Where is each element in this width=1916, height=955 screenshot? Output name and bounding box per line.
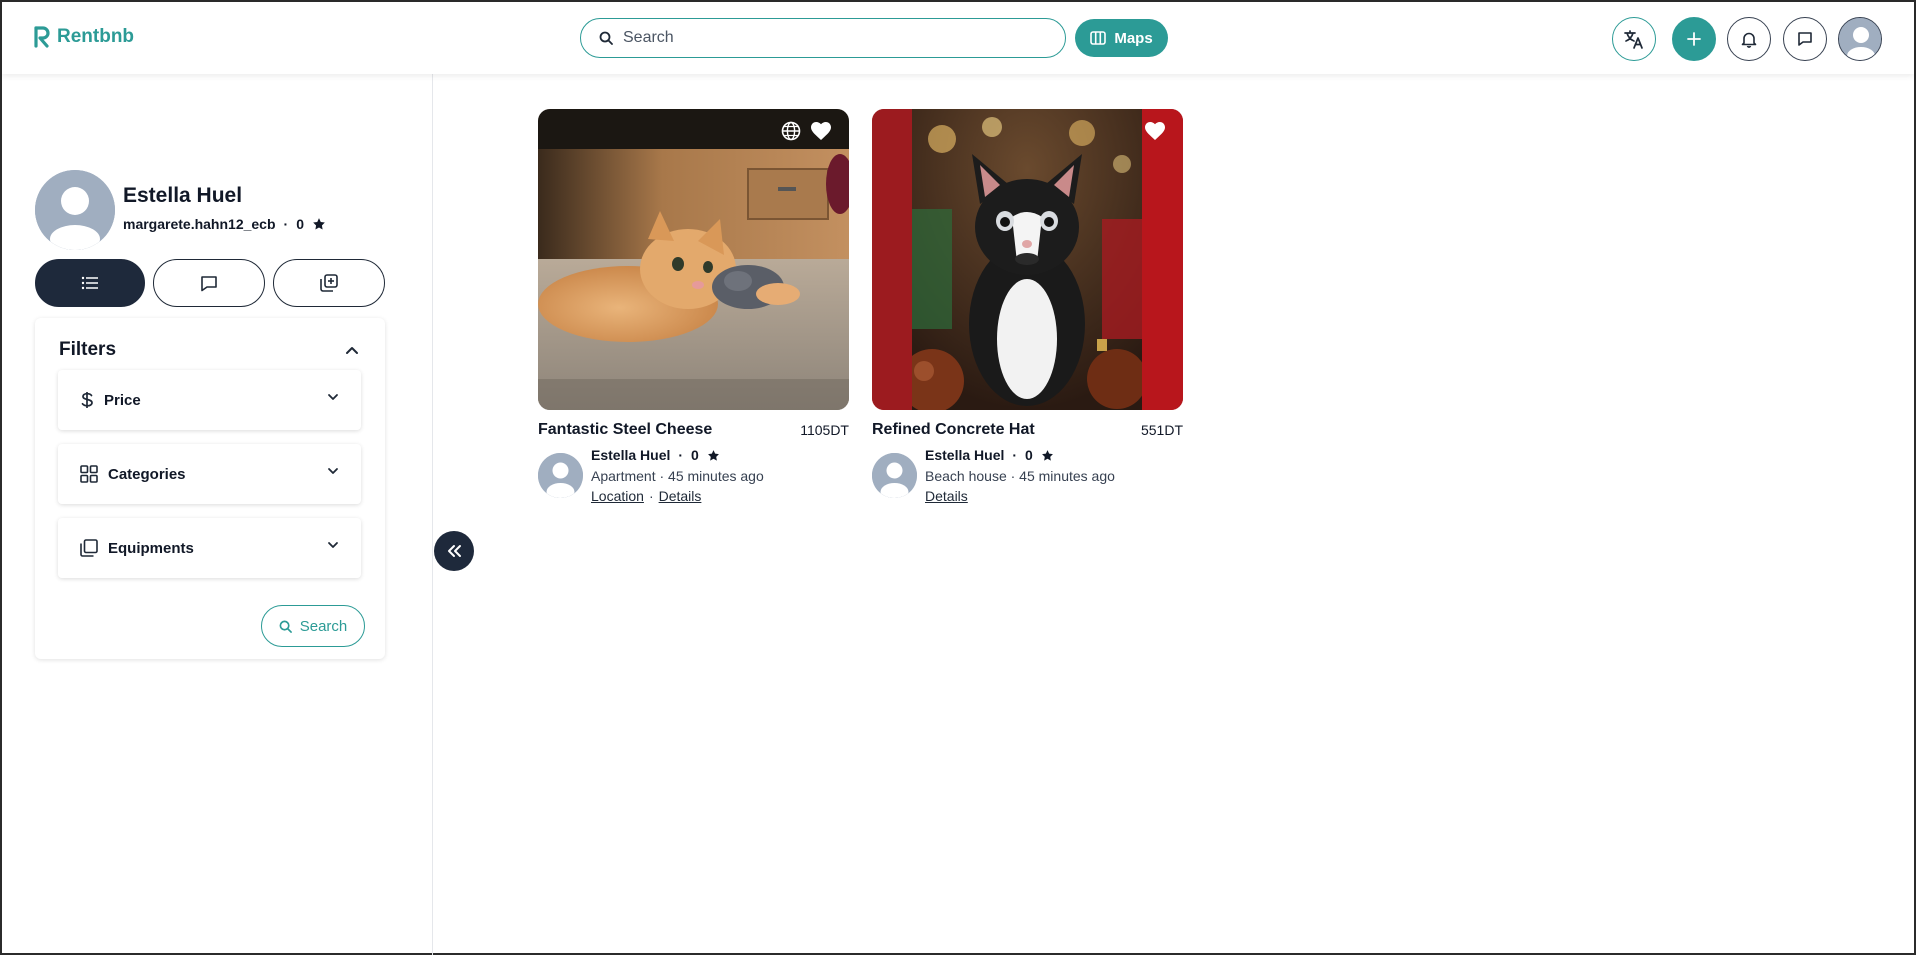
logo-text: Rentbnb [57, 26, 135, 47]
top-header: Rentbnb Maps [2, 2, 1914, 74]
separator-dot: · [283, 216, 289, 232]
double-chevron-left-icon [448, 545, 461, 557]
listing-links: Location · Details [591, 488, 701, 504]
search-icon [279, 620, 292, 633]
separator-dot: · [648, 488, 654, 504]
listing-price: 551DT [1140, 422, 1183, 438]
star-icon [707, 449, 719, 461]
filters-panel: Filters Price Categories Equipments Sear… [35, 318, 385, 659]
separator-dot: · [1012, 447, 1018, 463]
host-avatar[interactable] [872, 453, 917, 498]
filter-equipments-label: Equipments [108, 539, 194, 557]
host-rating: 0 [691, 447, 699, 463]
filters-collapse-toggle[interactable] [345, 342, 359, 360]
chevron-down-icon [328, 394, 338, 400]
profile-rating: 0 [296, 216, 304, 232]
translate-icon [1624, 30, 1643, 49]
dollar-icon [81, 392, 93, 408]
collapse-sidebar-button[interactable] [434, 531, 474, 571]
details-link[interactable]: Details [925, 488, 968, 504]
add-listing-button[interactable] [1672, 17, 1716, 61]
chevron-up-icon [346, 347, 358, 354]
list-icon [81, 276, 98, 290]
profile-avatar [35, 170, 115, 250]
maps-label: Maps [1114, 29, 1153, 47]
tab-reviews[interactable] [153, 259, 265, 307]
heart-icon[interactable] [810, 121, 832, 141]
filter-categories-label: Categories [108, 465, 186, 483]
copy-icon [80, 539, 98, 557]
separator-dot: · [678, 447, 684, 463]
profile-name: Estella Huel [123, 184, 243, 207]
notifications-button[interactable] [1727, 17, 1771, 61]
chat-icon [1798, 32, 1812, 46]
search-icon [599, 31, 613, 45]
listing-image[interactable] [538, 109, 849, 410]
details-link[interactable]: Details [659, 488, 702, 504]
maps-button[interactable]: Maps [1075, 19, 1168, 57]
orange-cat-photo [538, 109, 849, 410]
host-line: Estella Huel · 0 [591, 447, 720, 463]
search-bar[interactable] [580, 18, 1066, 58]
filter-equipments[interactable]: Equipments [58, 518, 361, 578]
profile-meta: margarete.hahn12_ecb · 0 [123, 216, 326, 232]
filters-title: Filters [59, 339, 117, 360]
listing-title[interactable]: Refined Concrete Hat [872, 421, 1035, 439]
language-button[interactable] [1612, 17, 1656, 61]
messages-button[interactable] [1783, 17, 1827, 61]
filter-categories[interactable]: Categories [58, 444, 361, 504]
logo-icon [34, 26, 50, 48]
filters-search-button[interactable]: Search [261, 605, 365, 647]
grid-icon [80, 465, 98, 483]
host-name[interactable]: Estella Huel [591, 447, 670, 463]
host-avatar[interactable] [538, 453, 583, 498]
filter-price-label: Price [104, 391, 141, 409]
globe-icon[interactable] [781, 121, 801, 141]
chat-icon [201, 275, 217, 291]
location-link[interactable]: Location [591, 488, 644, 504]
star-icon [1041, 449, 1053, 461]
host-name[interactable]: Estella Huel [925, 447, 1004, 463]
listing-card[interactable]: Fantastic Steel Cheese 1105DT Estella Hu… [538, 109, 849, 504]
listing-subtitle: Apartment · 45 minutes ago [591, 468, 764, 484]
host-rating: 0 [1025, 447, 1033, 463]
star-icon [313, 218, 325, 230]
search-input[interactable] [623, 29, 1023, 47]
listing-image[interactable] [872, 109, 1183, 410]
map-icon [1090, 31, 1107, 45]
tab-add[interactable] [273, 259, 385, 307]
host-line: Estella Huel · 0 [925, 447, 1054, 463]
plus-icon [1687, 32, 1701, 46]
listing-title[interactable]: Fantastic Steel Cheese [538, 421, 712, 439]
filters-search-label: Search [299, 617, 348, 635]
host-avatar-icon [872, 453, 917, 498]
profile-avatar-icon [35, 170, 115, 250]
logo[interactable]: Rentbnb [33, 26, 134, 48]
tab-listings[interactable] [35, 259, 145, 307]
filter-price[interactable]: Price [58, 370, 361, 430]
chevron-down-icon [328, 542, 338, 548]
heart-icon[interactable] [1144, 121, 1166, 141]
add-box-icon [320, 274, 338, 292]
host-avatar-icon [538, 453, 583, 498]
bell-icon [1741, 32, 1757, 48]
user-avatar[interactable] [1838, 17, 1882, 61]
black-white-kitten-photo [872, 109, 1183, 410]
listing-links: Details [925, 488, 968, 504]
profile-username: margarete.hahn12_ecb [123, 216, 276, 232]
listing-price: 1105DT [800, 422, 849, 438]
chevron-down-icon [328, 468, 338, 474]
listing-subtitle: Beach house · 45 minutes ago [925, 468, 1115, 484]
user-avatar-icon [1839, 18, 1881, 60]
listing-card[interactable]: Refined Concrete Hat 551DT Estella Huel … [872, 109, 1183, 504]
